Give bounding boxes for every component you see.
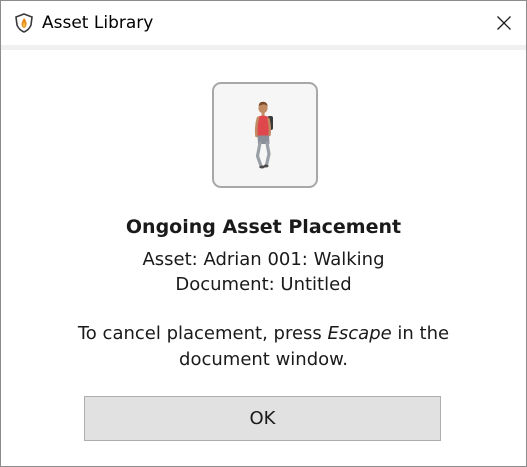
- document-info: Document: Untitled: [175, 274, 352, 295]
- instructions-text-start: To cancel placement, press: [77, 323, 328, 344]
- dialog-heading: Ongoing Asset Placement: [125, 216, 402, 238]
- title-bar[interactable]: Asset Library: [1, 1, 526, 45]
- escape-key-label: Escape: [327, 323, 392, 344]
- window-title: Asset Library: [42, 13, 154, 33]
- asset-library-dialog: Asset Library Ongoing Asset Placement As…: [0, 0, 527, 467]
- ok-button[interactable]: OK: [84, 396, 441, 441]
- asset-thumbnail: [212, 82, 318, 188]
- walking-person-icon: [254, 101, 273, 169]
- close-button[interactable]: [480, 1, 526, 45]
- close-icon: [497, 16, 511, 30]
- title-separator: [1, 45, 526, 50]
- asset-info: Asset: Adrian 001: Walking: [142, 249, 385, 270]
- cancel-instructions: To cancel placement, press Escape in the…: [41, 321, 486, 373]
- app-shield-icon: [14, 13, 34, 33]
